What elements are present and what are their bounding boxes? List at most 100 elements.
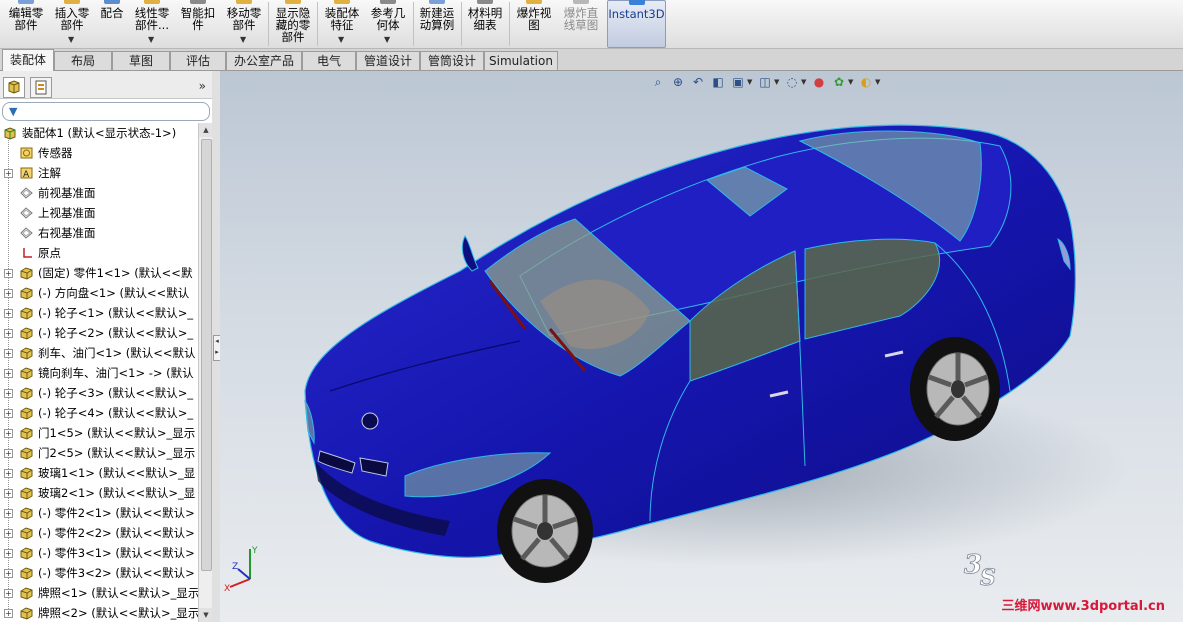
chevron-down-icon[interactable]: ▼ bbox=[148, 34, 154, 46]
instant3d-button[interactable]: Instant3D bbox=[607, 0, 666, 48]
panel-splitter[interactable]: ◂ ▸ bbox=[212, 71, 221, 622]
tab-assembly[interactable]: 装配体 bbox=[2, 49, 54, 71]
tree-node-label: 注解 bbox=[38, 166, 61, 180]
tree-node[interactable]: + 门2<5> (默认<<默认>_显示 bbox=[0, 443, 198, 463]
expand-toggle-icon[interactable]: + bbox=[4, 429, 13, 438]
filter-icon[interactable]: ▼ bbox=[9, 105, 17, 118]
tab-electrical[interactable]: 电气 bbox=[302, 51, 356, 70]
tree-node[interactable]: 上视基准面 bbox=[0, 203, 198, 223]
tree-node[interactable]: + A 注解 bbox=[0, 163, 198, 183]
part-icon bbox=[19, 286, 34, 300]
expand-toggle-icon[interactable]: + bbox=[4, 489, 13, 498]
tree-node[interactable]: + (-) 轮子<3> (默认<<默认>_ bbox=[0, 383, 198, 403]
side-mirror[interactable] bbox=[461, 235, 479, 272]
tree-root-assembly[interactable]: 装配体1 (默认<显示状态-1>) bbox=[0, 123, 198, 143]
tree-node[interactable]: 传感器 bbox=[0, 143, 198, 163]
plane-icon bbox=[19, 186, 34, 200]
tree-node[interactable]: + 刹车、油门<1> (默认<<默认 bbox=[0, 343, 198, 363]
edit-component-button[interactable]: 编辑零 部件 bbox=[2, 0, 50, 48]
expand-toggle-icon[interactable]: + bbox=[4, 169, 13, 178]
tab-sketch[interactable]: 草图 bbox=[112, 51, 170, 70]
expand-toggle-icon[interactable]: + bbox=[4, 329, 13, 338]
explode-line-sketch-button[interactable]: 爆炸直 线草图 bbox=[557, 0, 605, 48]
tree-node[interactable]: + (-) 轮子<4> (默认<<默认>_ bbox=[0, 403, 198, 423]
tree-node[interactable]: + 牌照<2> (默认<<默认>_显示 bbox=[0, 603, 198, 622]
chevron-down-icon[interactable]: ▼ bbox=[240, 34, 246, 46]
tree-node-label: 玻璃1<1> (默认<<默认>_显 bbox=[38, 466, 196, 480]
graphics-area[interactable]: ⌕ ⊕ ↶ ◧ ▣ ▼ ◫ ▼ ◌ ▼ ● ✿ ▼ ◐ ▼ Y X Z 3 S … bbox=[220, 71, 1183, 622]
tree-node[interactable]: + 门1<5> (默认<<默认>_显示 bbox=[0, 423, 198, 443]
chevron-down-icon[interactable]: ▼ bbox=[384, 34, 390, 46]
insert-component-icon bbox=[64, 0, 80, 4]
tree-node[interactable]: 原点 bbox=[0, 243, 198, 263]
expand-toggle-icon[interactable]: + bbox=[4, 469, 13, 478]
new-motion-study-button[interactable]: 新建运 动算例 bbox=[415, 0, 459, 48]
tree-node[interactable]: 右视基准面 bbox=[0, 223, 198, 243]
front-wheel[interactable] bbox=[497, 479, 593, 583]
scroll-up-arrow-icon[interactable]: ▲ bbox=[199, 123, 212, 137]
tree-filter-input[interactable]: ▼ bbox=[2, 102, 210, 121]
expand-toggle-icon[interactable]: + bbox=[4, 449, 13, 458]
expand-toggle-icon[interactable]: + bbox=[4, 349, 13, 358]
chevron-down-icon[interactable]: ▼ bbox=[68, 34, 74, 46]
expand-toggle-icon[interactable]: + bbox=[4, 549, 13, 558]
tree-node[interactable]: + (-) 零件3<2> (默认<<默认> bbox=[0, 563, 198, 583]
show-hidden-components-button[interactable]: 显示隐 藏的零 部件 bbox=[270, 0, 316, 48]
expand-toggle-icon[interactable]: + bbox=[4, 609, 13, 618]
expand-toggle-icon[interactable]: + bbox=[4, 369, 13, 378]
scroll-down-arrow-icon[interactable]: ▼ bbox=[199, 608, 212, 622]
car-model-3d[interactable] bbox=[220, 71, 1183, 622]
part-icon bbox=[19, 366, 34, 380]
expand-toggle-icon[interactable]: + bbox=[4, 289, 13, 298]
rear-wheel[interactable] bbox=[910, 337, 1000, 441]
feature-manager-tab[interactable] bbox=[3, 77, 25, 98]
tree-node[interactable]: + (-) 零件2<2> (默认<<默认> bbox=[0, 523, 198, 543]
scrollbar-thumb[interactable] bbox=[201, 139, 212, 571]
expand-toggle-icon[interactable]: + bbox=[4, 309, 13, 318]
reference-geometry-button[interactable]: 参考几 何体 ▼ bbox=[365, 0, 411, 48]
property-manager-tab[interactable] bbox=[30, 77, 52, 98]
expand-toggle-icon[interactable]: + bbox=[4, 389, 13, 398]
expand-toggle-icon[interactable]: + bbox=[4, 509, 13, 518]
tree-node-label: (-) 轮子<1> (默认<<默认>_ bbox=[38, 306, 194, 320]
tree-node[interactable]: + 镜向刹车、油门<1> -> (默认 bbox=[0, 363, 198, 383]
exploded-view-button[interactable]: 爆炸视 图 bbox=[511, 0, 557, 48]
tab-tubing[interactable]: 管筒设计 bbox=[420, 51, 484, 70]
move-component-button[interactable]: 移动零 部件 ▼ bbox=[222, 0, 266, 48]
tree-node[interactable]: 前视基准面 bbox=[0, 183, 198, 203]
mate-button[interactable]: 配合 bbox=[94, 0, 130, 48]
tree-node[interactable]: + (-) 零件2<1> (默认<<默认> bbox=[0, 503, 198, 523]
tree-node[interactable]: + (-) 轮子<1> (默认<<默认>_ bbox=[0, 303, 198, 323]
mate-icon bbox=[104, 0, 120, 4]
tab-piping[interactable]: 管道设计 bbox=[356, 51, 420, 70]
bill-of-materials-button[interactable]: 材料明 细表 bbox=[463, 0, 507, 48]
expand-toggle-icon[interactable]: + bbox=[4, 529, 13, 538]
expand-toggle-icon[interactable]: + bbox=[4, 409, 13, 418]
panel-expand-icon[interactable]: » bbox=[199, 79, 206, 93]
tree-node[interactable]: + (-) 轮子<2> (默认<<默认>_ bbox=[0, 323, 198, 343]
expand-toggle-icon[interactable]: + bbox=[4, 269, 13, 278]
tree-scrollbar[interactable]: ▲ ▼ bbox=[198, 123, 212, 622]
tab-layout[interactable]: 布局 bbox=[54, 51, 112, 70]
tree-node[interactable]: + (-) 方向盘<1> (默认<<默认 bbox=[0, 283, 198, 303]
part-icon bbox=[19, 566, 34, 580]
tree-node[interactable]: + 玻璃1<1> (默认<<默认>_显 bbox=[0, 463, 198, 483]
linear-pattern-button[interactable]: 线性零 部件... ▼ bbox=[130, 0, 174, 48]
tree-node[interactable]: + 牌照<1> (默认<<默认>_显示 bbox=[0, 583, 198, 603]
smart-fasteners-button[interactable]: 智能扣 件 bbox=[176, 0, 220, 48]
tree-node-label: (固定) 零件1<1> (默认<<默 bbox=[38, 266, 193, 280]
expand-toggle-icon[interactable]: + bbox=[4, 569, 13, 578]
tree-node-label: (-) 零件3<1> (默认<<默认> bbox=[38, 546, 195, 560]
tree-node[interactable]: + (-) 零件3<1> (默认<<默认> bbox=[0, 543, 198, 563]
assembly-features-button[interactable]: 装配体 特征 ▼ bbox=[319, 0, 365, 48]
tab-office-products[interactable]: 办公室产品 bbox=[226, 51, 302, 70]
tree-node[interactable]: + 玻璃2<1> (默认<<默认>_显 bbox=[0, 483, 198, 503]
tree-node[interactable]: + (固定) 零件1<1> (默认<<默 bbox=[0, 263, 198, 283]
tab-simulation[interactable]: Simulation bbox=[484, 51, 558, 70]
tree-node-label: 右视基准面 bbox=[38, 226, 96, 240]
chevron-down-icon[interactable]: ▼ bbox=[338, 34, 344, 46]
part-icon bbox=[19, 346, 34, 360]
tab-evaluate[interactable]: 评估 bbox=[170, 51, 226, 70]
expand-toggle-icon[interactable]: + bbox=[4, 589, 13, 598]
insert-component-button[interactable]: 插入零 部件 ▼ bbox=[50, 0, 94, 48]
